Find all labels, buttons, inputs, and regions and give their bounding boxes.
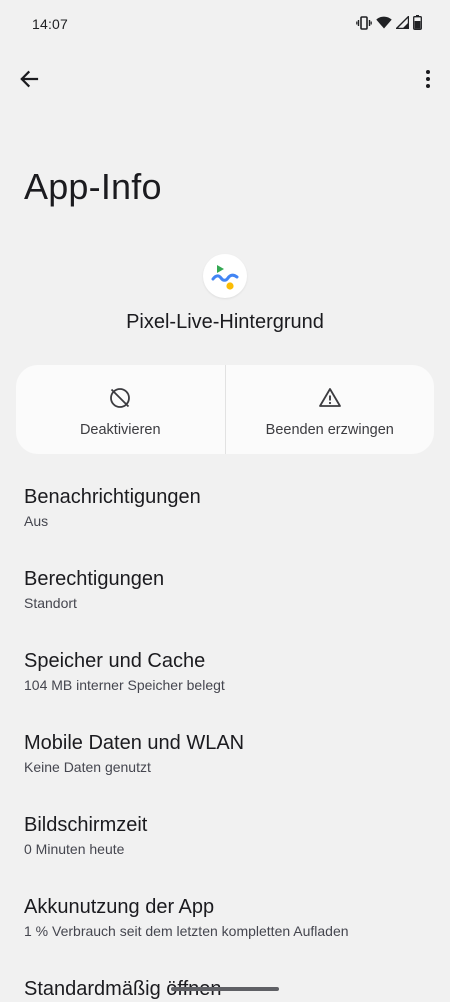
setting-notifications[interactable]: Benachrichtigungen Aus — [24, 485, 424, 530]
setting-battery-usage[interactable]: Akkunutzung der App 1 % Verbrauch seit d… — [24, 895, 424, 940]
gesture-navigation-bar[interactable] — [171, 987, 279, 991]
more-options-button[interactable] — [420, 64, 436, 94]
setting-storage-cache[interactable]: Speicher und Cache 104 MB interner Speic… — [24, 649, 424, 694]
setting-title: Berechtigungen — [24, 568, 165, 590]
setting-summary: Keine Daten genutzt — [24, 759, 151, 775]
warning-icon — [318, 388, 341, 407]
disable-button-label: Deaktivieren — [79, 422, 161, 438]
setting-summary: 1 % Verbrauch seit dem letzten komplette… — [24, 923, 349, 939]
pixel-live-wallpaper-icon — [203, 254, 247, 298]
wifi-icon — [376, 16, 392, 29]
arrow-back-icon — [20, 70, 39, 88]
setting-title: Benachrichtigungen — [24, 486, 201, 508]
setting-summary: Aus — [24, 513, 49, 529]
disable-button[interactable]: Deaktivieren — [16, 365, 225, 454]
setting-summary: 104 MB interner Speicher belegt — [24, 677, 225, 693]
setting-title: Akkunutzung der App — [24, 896, 215, 918]
status-icons — [356, 15, 422, 30]
app-name: Pixel-Live-Hintergrund — [126, 311, 324, 333]
setting-title: Mobile Daten und WLAN — [24, 732, 245, 754]
disable-icon — [110, 388, 131, 408]
setting-permissions[interactable]: Berechtigungen Standort — [24, 567, 424, 612]
force-stop-button[interactable]: Beenden erzwingen — [226, 365, 435, 454]
force-stop-button-label: Beenden erzwingen — [265, 422, 394, 438]
setting-title: Bildschirmzeit — [24, 814, 148, 836]
vibrate-icon — [356, 15, 372, 30]
setting-title: Speicher und Cache — [24, 650, 206, 672]
status-time: 14:07 — [32, 16, 69, 32]
battery-icon — [413, 15, 422, 30]
app-info-screen: 14:07 App-Info Pixel-Live-Hintergrund De… — [0, 0, 450, 1002]
setting-summary: 0 Minuten heute — [24, 841, 125, 857]
signal-icon — [396, 16, 409, 29]
back-button[interactable] — [14, 64, 44, 94]
setting-mobile-data-wifi[interactable]: Mobile Daten und WLAN Keine Daten genutz… — [24, 731, 424, 776]
action-buttons-card: Deaktivieren Beenden erzwingen — [16, 365, 434, 454]
more-vert-icon — [426, 70, 430, 88]
status-bar: 14:07 — [0, 0, 450, 50]
page-title: App-Info — [24, 166, 162, 207]
setting-screen-time[interactable]: Bildschirmzeit 0 Minuten heute — [24, 813, 424, 858]
setting-summary: Standort — [24, 595, 77, 611]
